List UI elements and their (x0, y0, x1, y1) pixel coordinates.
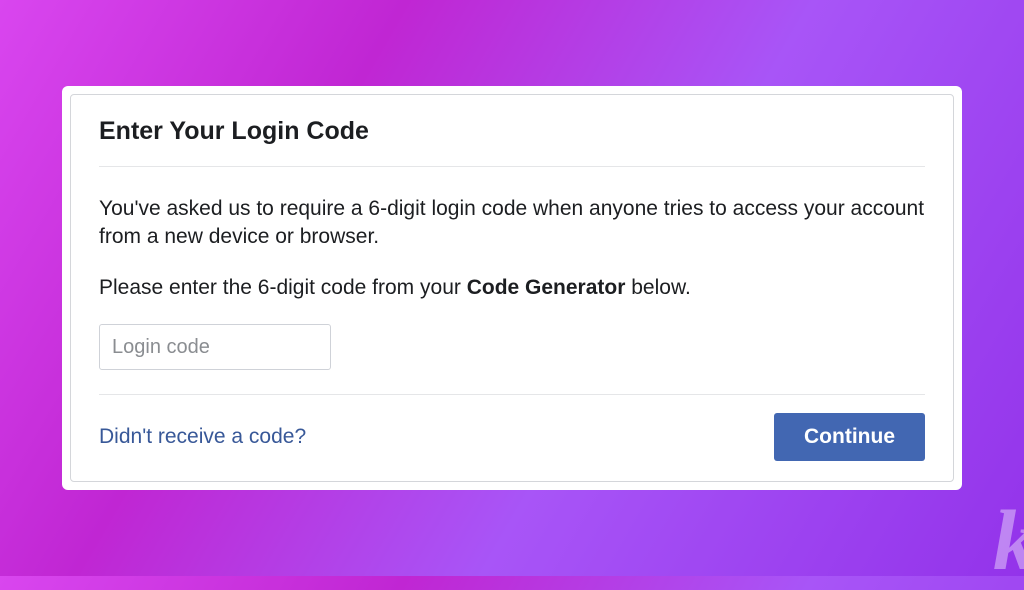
didnt-receive-code-link[interactable]: Didn't receive a code? (99, 425, 306, 449)
dialog-title: Enter Your Login Code (99, 117, 925, 166)
description2-suffix: below. (625, 276, 690, 299)
description-paragraph-1: You've asked us to require a 6-digit log… (99, 195, 925, 252)
dialog-wrapper: Enter Your Login Code You've asked us to… (62, 86, 962, 490)
description-paragraph-2: Please enter the 6-digit code from your … (99, 274, 925, 302)
dialog-footer: Didn't receive a code? Continue (99, 395, 925, 461)
dialog-body: You've asked us to require a 6-digit log… (99, 167, 925, 394)
continue-button[interactable]: Continue (774, 413, 925, 461)
login-code-dialog: Enter Your Login Code You've asked us to… (70, 94, 954, 482)
code-generator-bold-text: Code Generator (467, 276, 626, 299)
description2-prefix: Please enter the 6-digit code from your (99, 276, 467, 299)
watermark-icon: k (993, 490, 1024, 590)
login-code-input[interactable] (99, 324, 331, 370)
